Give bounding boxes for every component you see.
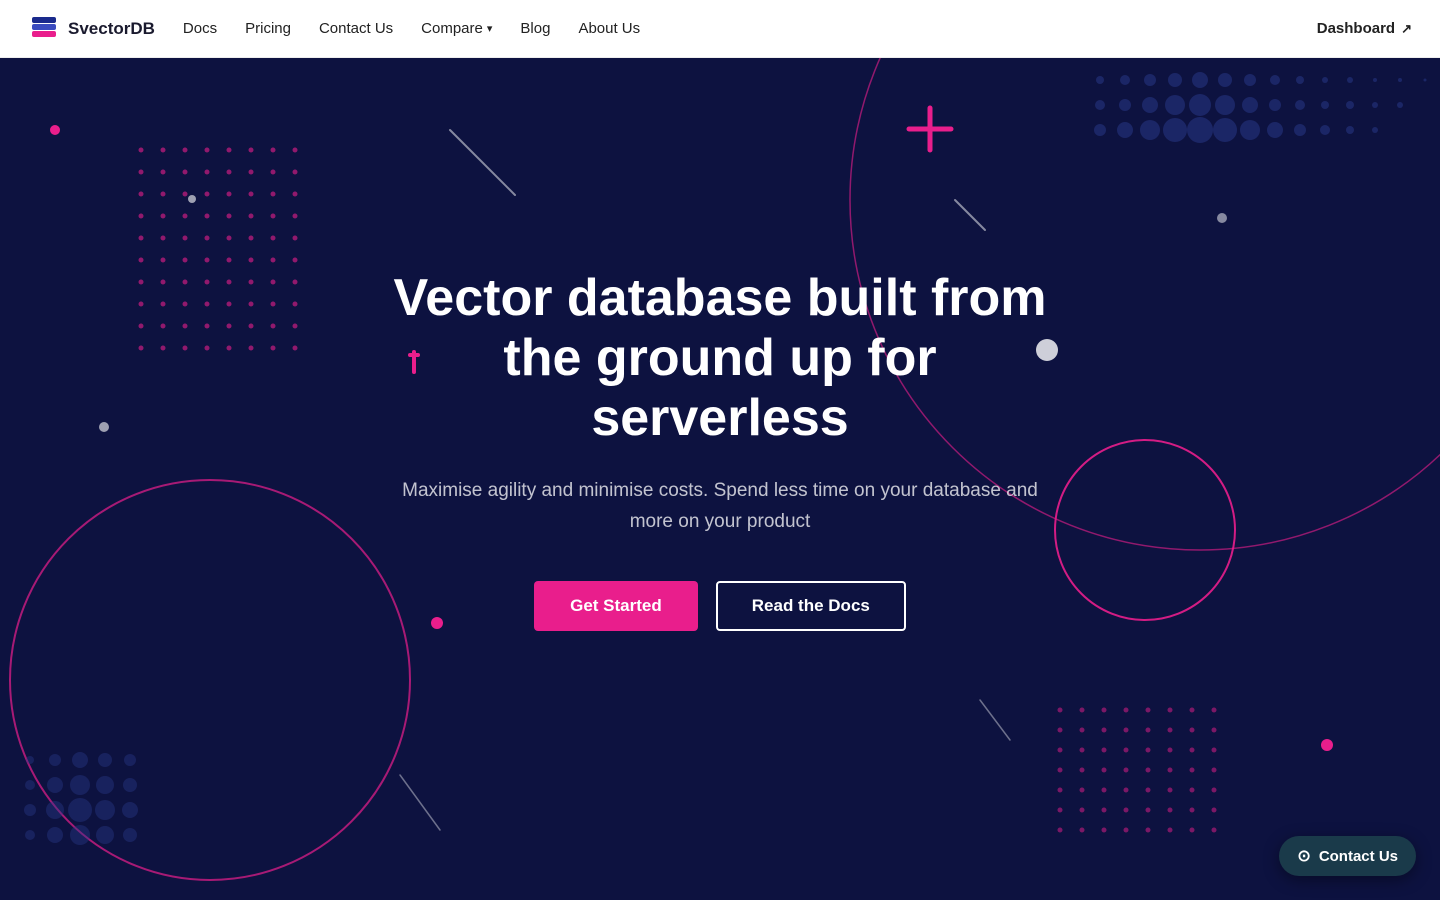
dashboard-link[interactable]: Dashboard ↗ <box>1317 20 1412 37</box>
help-circle-icon: ⊙ <box>1297 846 1310 866</box>
read-docs-button[interactable]: Read the Docs <box>716 581 906 631</box>
brand-logo[interactable]: SvectorDB <box>28 13 155 45</box>
navbar: SvectorDB Docs Pricing Contact Us Compar… <box>0 0 1440 58</box>
hero-content: Vector database built from the ground up… <box>380 269 1060 631</box>
nav-contact[interactable]: Contact Us <box>319 20 393 37</box>
nav-about[interactable]: About Us <box>578 20 640 37</box>
nav-pricing[interactable]: Pricing <box>245 20 291 37</box>
contact-float-button[interactable]: ⊙ Contact Us <box>1279 836 1416 876</box>
nav-blog[interactable]: Blog <box>520 20 550 37</box>
hero-subtitle: Maximise agility and minimise costs. Spe… <box>380 476 1060 537</box>
external-link-icon: ↗ <box>1401 21 1412 37</box>
brand-name: SvectorDB <box>68 19 155 39</box>
contact-float-label: Contact Us <box>1319 848 1398 865</box>
get-started-button[interactable]: Get Started <box>534 581 698 631</box>
nav-right: Dashboard ↗ <box>1317 20 1412 37</box>
hero-title: Vector database built from the ground up… <box>380 269 1060 448</box>
logo-icon <box>28 13 60 45</box>
nav-docs[interactable]: Docs <box>183 20 217 37</box>
hero-buttons: Get Started Read the Docs <box>380 581 1060 631</box>
chevron-down-icon: ▾ <box>487 22 493 35</box>
hero-section: /* rendered via template below */ <box>0 0 1440 900</box>
nav-links: Docs Pricing Contact Us Compare ▾ Blog A… <box>183 20 640 37</box>
nav-compare[interactable]: Compare ▾ <box>421 20 492 37</box>
dashboard-label: Dashboard <box>1317 20 1395 37</box>
nav-compare-label: Compare <box>421 20 483 37</box>
